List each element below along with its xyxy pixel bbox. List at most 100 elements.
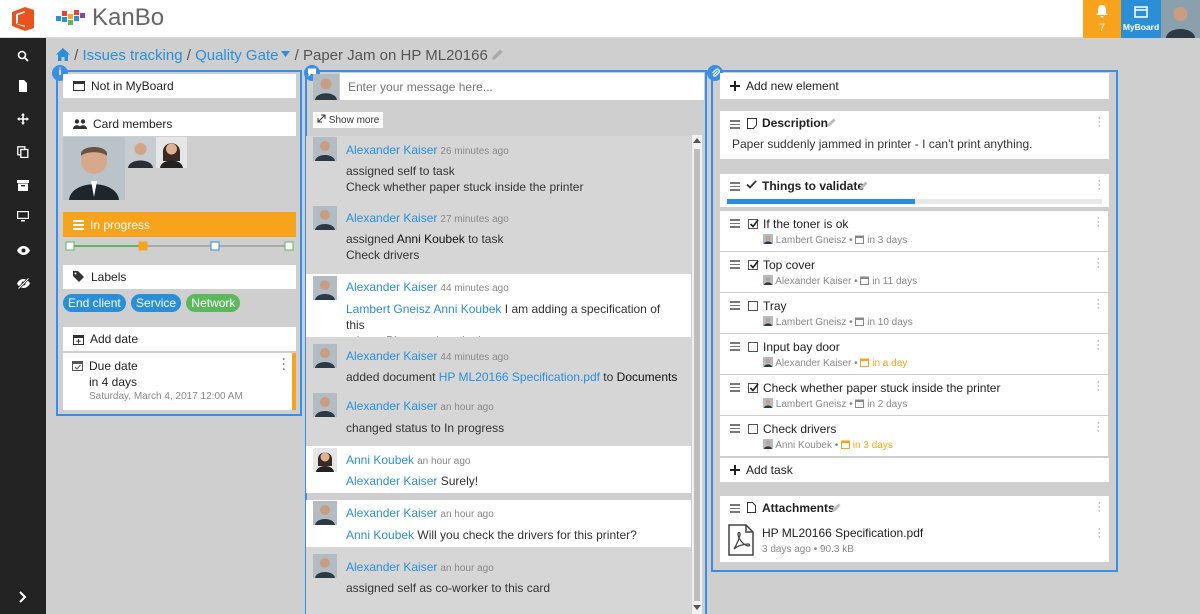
search-icon[interactable] (13, 46, 33, 66)
archive-icon[interactable] (13, 175, 33, 195)
drag-handle-icon[interactable] (730, 299, 740, 312)
show-more-button[interactable]: Show more (313, 112, 384, 128)
assignee-name[interactable]: Alexander Kaiser (775, 276, 851, 287)
edit-icon[interactable] (827, 118, 836, 127)
author-name[interactable]: Alexander Kaiser (346, 560, 437, 574)
task-checkbox[interactable] (748, 219, 759, 229)
add-task-button[interactable]: Add task (720, 458, 1109, 482)
assignee-name[interactable]: Lambert Gneisz (776, 235, 847, 246)
chevron-right-icon[interactable] (13, 587, 33, 607)
task-checkbox[interactable] (748, 301, 758, 311)
copy-icon[interactable] (13, 142, 33, 162)
attachment-name[interactable]: HP ML20166 Specification.pdf (762, 526, 923, 540)
more-options-icon[interactable]: · · · (1096, 295, 1100, 314)
more-options-icon[interactable]: · · · (1096, 377, 1100, 396)
add-date-button[interactable]: Add date (63, 327, 296, 351)
member-avatar[interactable] (156, 137, 187, 168)
more-options-icon[interactable]: · · · (1096, 213, 1100, 232)
author-avatar[interactable] (313, 393, 337, 417)
task-item[interactable]: Check drivers Anni Koubek • in 3 days · · · (720, 416, 1108, 456)
label-end-client[interactable]: End client (63, 294, 126, 312)
more-options-icon[interactable]: · · · (1097, 524, 1101, 543)
author-name[interactable]: Alexander Kaiser (346, 399, 437, 413)
assignee-name[interactable]: Anni Koubek (775, 440, 832, 451)
mention-link[interactable]: Alexander Kaiser (346, 474, 437, 488)
task-title[interactable]: Tray (763, 299, 787, 313)
add-new-element-button[interactable]: Add new element (720, 73, 1109, 99)
notifications-button[interactable]: 7 (1083, 0, 1121, 38)
author-avatar[interactable] (313, 448, 337, 472)
eye-icon[interactable] (13, 240, 33, 260)
task-title[interactable]: Check drivers (763, 422, 836, 436)
breadcrumb-list[interactable]: Quality Gate (195, 47, 278, 64)
status-progress-track[interactable] (63, 240, 296, 252)
more-options-icon[interactable]: · · · (1097, 498, 1101, 517)
move-icon[interactable] (13, 109, 33, 129)
due-date-item[interactable]: Due date in 4 days Saturday, March 4, 20… (63, 353, 296, 410)
drag-handle-icon[interactable] (730, 502, 740, 515)
office-logo-icon[interactable] (12, 7, 34, 31)
scrollbar-thumb[interactable] (694, 149, 700, 601)
home-icon[interactable] (56, 48, 70, 61)
more-options-icon[interactable]: · · · (1096, 336, 1100, 355)
task-item[interactable]: If the toner is ok Lambert Gneisz • in 3… (720, 211, 1108, 251)
edit-icon[interactable] (832, 503, 841, 512)
pdf-file-icon[interactable] (728, 524, 754, 556)
mention-link[interactable]: Lambert Gneisz Anni Koubek (346, 302, 501, 316)
more-options-icon[interactable]: · · · (1096, 418, 1100, 437)
author-avatar[interactable] (313, 554, 337, 578)
task-item[interactable]: Top cover Alexander Kaiser • in 11 days ·… (720, 252, 1108, 292)
assignee-name[interactable]: Lambert Gneisz (776, 399, 847, 410)
author-avatar[interactable] (313, 137, 337, 161)
kanbo-logo-icon[interactable] (56, 8, 86, 28)
more-options-icon[interactable]: · · · (1097, 113, 1101, 132)
myboard-button[interactable]: MyBoard (1121, 0, 1161, 38)
task-title[interactable]: Top cover (763, 258, 815, 272)
drag-handle-icon[interactable] (730, 217, 740, 230)
assignee-name[interactable]: Lambert Gneisz (776, 317, 847, 328)
author-name[interactable]: Alexander Kaiser (346, 506, 437, 520)
author-avatar[interactable] (313, 206, 337, 230)
author-avatar[interactable] (313, 501, 337, 525)
documents-link[interactable]: Documents (617, 370, 678, 384)
drag-handle-icon[interactable] (730, 340, 740, 353)
drag-handle-icon[interactable] (730, 422, 740, 435)
task-title[interactable]: If the toner is ok (763, 217, 848, 231)
labels-header[interactable]: Labels (63, 265, 296, 289)
card-members-header[interactable]: Card members (63, 112, 296, 136)
activity-scrollbar[interactable] (692, 135, 702, 614)
task-item[interactable]: Input bay door Alexander Kaiser • in a d… (720, 334, 1108, 374)
scroll-up-icon[interactable] (693, 137, 701, 143)
author-name[interactable]: Alexander Kaiser (346, 143, 437, 157)
breadcrumb-board[interactable]: Issues tracking (83, 47, 183, 64)
author-name[interactable]: Anni Koubek (346, 453, 414, 467)
author-name[interactable]: Alexander Kaiser (346, 280, 437, 294)
drag-handle-icon[interactable] (730, 258, 740, 271)
drag-handle-icon[interactable] (730, 381, 740, 394)
document-link[interactable]: HP ML20166 Specification.pdf (439, 370, 600, 384)
author-avatar[interactable] (313, 344, 337, 368)
author-name[interactable]: Alexander Kaiser (346, 349, 437, 363)
assignee-avatar[interactable] (763, 316, 773, 326)
user-avatar[interactable] (1161, 0, 1200, 38)
drag-handle-icon[interactable] (730, 180, 740, 193)
not-in-myboard-button[interactable]: Not in MyBoard (63, 74, 296, 98)
edit-icon[interactable] (859, 181, 868, 190)
assignee-avatar[interactable] (763, 439, 773, 449)
task-checkbox[interactable] (748, 342, 758, 352)
more-options-icon[interactable]: · · · (282, 353, 286, 375)
task-item[interactable]: Check whether paper stuck inside the pri… (720, 375, 1108, 415)
assignee-name[interactable]: Alexander Kaiser (775, 358, 851, 369)
task-checkbox[interactable] (748, 424, 758, 434)
assignee-avatar[interactable] (763, 398, 773, 408)
monitor-icon[interactable] (13, 206, 33, 226)
assignee-avatar[interactable] (763, 357, 773, 367)
more-options-icon[interactable]: · · · (1097, 176, 1101, 195)
description-text[interactable]: Paper suddenly jammed in printer - I can… (732, 137, 1032, 151)
author-name[interactable]: Alexander Kaiser (346, 211, 437, 225)
status-button[interactable]: In progress (63, 212, 296, 237)
eye-slash-icon[interactable] (13, 273, 33, 293)
task-checkbox[interactable] (748, 383, 759, 393)
task-title[interactable]: Input bay door (763, 340, 840, 354)
author-avatar[interactable] (313, 276, 337, 300)
